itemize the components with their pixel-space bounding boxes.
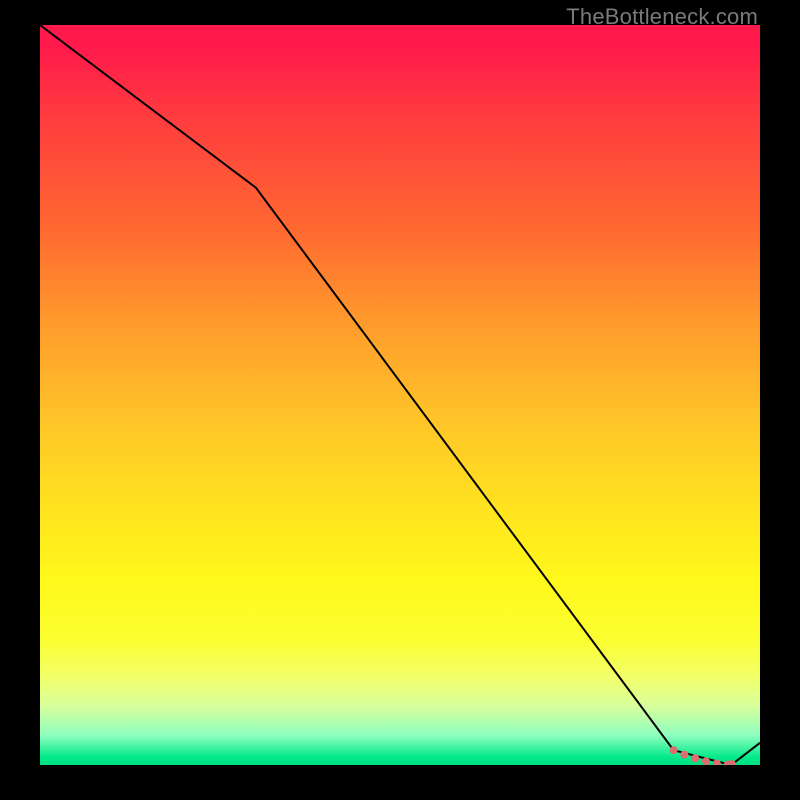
chart-svg	[40, 25, 760, 765]
curve-line	[40, 25, 760, 765]
plot-area	[40, 25, 760, 765]
marker-dot	[702, 757, 710, 765]
chart-stage: TheBottleneck.com	[0, 0, 800, 800]
marker-dot	[691, 754, 699, 762]
marker-group	[670, 746, 737, 765]
marker-dot	[670, 746, 678, 754]
marker-dot	[680, 751, 688, 759]
